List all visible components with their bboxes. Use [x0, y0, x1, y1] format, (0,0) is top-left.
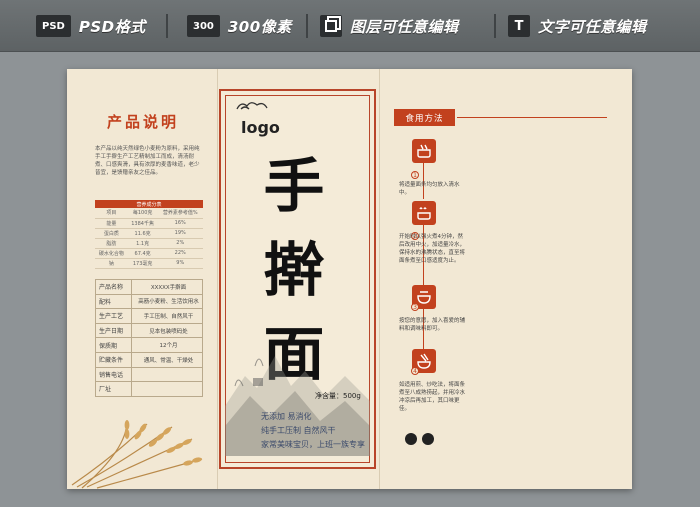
nutrition-cell: 1.1克	[127, 238, 158, 249]
nutrition-cell: 22%	[157, 248, 203, 259]
resolution-feature: 300 300像素	[187, 14, 292, 38]
fold-line	[379, 69, 380, 489]
brand-logo: logo	[241, 118, 280, 137]
info-label: 生产日期	[95, 322, 132, 339]
step-number: 4	[411, 367, 419, 375]
info-label: 产品名称	[95, 279, 132, 295]
psd-feature: PSD PSD格式	[36, 14, 146, 38]
banner-divider	[494, 14, 496, 38]
table-row: 产品名称 XXXXX手擀面	[95, 279, 203, 295]
feature-line: 家常美味宝贝，上班一族专享	[261, 440, 365, 449]
nutrition-cell: 钠	[95, 258, 128, 269]
info-label: 厂址	[95, 381, 132, 397]
text-tool-icon: T	[508, 15, 530, 37]
nutrition-table: 营养成分表 项目 每100克 营养素参考值% 能量 1384千焦 16% 蛋白质…	[95, 200, 203, 269]
pot-icon	[412, 139, 436, 163]
nutrition-cell: 9%	[157, 258, 203, 269]
feature-line: 无添加 易消化	[261, 412, 312, 421]
nutrition-column-header: 每100克	[127, 208, 158, 219]
info-value	[131, 366, 203, 383]
nutrition-cell: 11.6克	[127, 228, 158, 239]
feature-line: 纯手工压制 自然风干	[261, 426, 336, 435]
nutrition-cell: 碳水化合物	[95, 248, 128, 259]
step-number: 1	[411, 171, 419, 179]
psd-format-text: PSD格式	[78, 17, 146, 36]
top-banner: PSD PSD格式 300 300像素 图层可任意编辑 T 文字可任意编辑	[0, 0, 700, 52]
info-value: 见本包装喷码处	[131, 322, 203, 339]
table-row: 保质期 12个月	[95, 337, 203, 353]
table-row: 碳水化合物 67.4克 22%	[95, 248, 203, 259]
info-value: XXXXX手擀面	[131, 279, 203, 295]
table-row: 配料 高筋小麦粉、生活饮用水	[95, 293, 203, 310]
product-name-char: 擀	[263, 236, 325, 304]
resolution-text: 300像素	[227, 17, 292, 36]
info-label: 保质期	[95, 337, 132, 353]
info-value: 高筋小麦粉、生活饮用水	[131, 293, 203, 310]
psd-badge: PSD	[36, 15, 71, 37]
table-row: 脂肪 1.1克 2%	[95, 238, 203, 249]
nutrition-column-header: 营养素参考值%	[157, 208, 203, 219]
info-label: 生产工艺	[95, 308, 132, 324]
table-row: 厂址	[95, 381, 203, 397]
product-description-text: 本产品以纯天然绿色小麦粉为原料，采用纯手工手擀生产工艺精制加工而成，清汤耐煮、口…	[95, 146, 200, 176]
center-panel: logo 手 擀 面 净含量：500g 无添加 易消化 纯手工压制 自然风干 家…	[219, 89, 376, 469]
nutrition-cell: 蛋白质	[95, 228, 128, 239]
table-row: 销售电话	[95, 366, 203, 383]
table-row: 贮藏条件 通风、常温、干燥处	[95, 351, 203, 368]
cloud-ornament-icon	[236, 102, 268, 110]
table-row: 生产日期 见本包装喷码处	[95, 322, 203, 339]
product-description-title: 产品说明	[107, 113, 180, 131]
nutrition-cell: 1384千焦	[127, 218, 158, 229]
recycle-icon	[405, 433, 417, 445]
info-label: 配料	[95, 293, 132, 310]
step-number: 3	[411, 303, 419, 311]
table-row: 能量 1384千焦 16%	[95, 218, 203, 229]
nutrition-cell: 173毫克	[127, 258, 158, 269]
info-label: 贮藏条件	[95, 351, 132, 368]
step-text: 将适量面条均匀放入清水中。	[399, 182, 460, 196]
layer-edit-text: 图层可任意编辑	[350, 17, 459, 36]
boiling-pot-icon	[412, 201, 436, 225]
net-weight: 净含量：500g	[315, 392, 361, 400]
layers-icon	[320, 15, 342, 37]
info-value: 通风、常温、干燥处	[131, 351, 203, 368]
step-text: 按您的意愿，加入喜爱的辅料和调味料即可。	[399, 318, 466, 332]
info-value	[131, 381, 203, 397]
product-name-char: 手	[263, 152, 325, 220]
info-value: 12个月	[131, 337, 203, 353]
nutrition-cell: 脂肪	[95, 238, 128, 249]
nutrition-cell: 16%	[157, 218, 203, 229]
product-info-table: 产品名称 XXXXX手擀面 配料 高筋小麦粉、生活饮用水 生产工艺 手工压制、自然风干…	[95, 279, 203, 397]
info-value: 手工压制、自然风干	[131, 308, 203, 324]
nutrition-column-header: 项目	[95, 208, 128, 219]
table-row: 钠 173毫克 9%	[95, 258, 203, 269]
nutrition-cell: 67.4克	[127, 248, 158, 259]
info-label: 销售电话	[95, 366, 132, 383]
step-text: 如适用煎、炒吃法，将面条煮至八成熟捞起，并用冷水冲凉后再加工，其口味更佳。	[399, 382, 466, 412]
nutrition-cell: 2%	[157, 238, 203, 249]
text-feature: T 文字可任意编辑	[508, 14, 647, 38]
fold-line	[217, 69, 218, 489]
banner-divider	[166, 14, 168, 38]
usage-method-title: 食用方法	[394, 109, 455, 126]
nutrition-table-header: 营养成分表	[95, 200, 203, 208]
table-row: 蛋白质 11.6克 19%	[95, 228, 203, 239]
wheat-illustration	[71, 420, 203, 489]
title-rule	[457, 117, 607, 118]
step-text: 开始时以强火煮4分钟，然后改用中火，加适量冷水，保持水的沸腾状态，直至将面条煮至…	[399, 234, 466, 264]
nutrition-cell: 19%	[157, 228, 203, 239]
nutrition-cell: 能量	[95, 218, 128, 229]
text-edit-text: 文字可任意编辑	[538, 17, 647, 36]
layer-feature: 图层可任意编辑	[320, 14, 459, 38]
table-row: 生产工艺 手工压制、自然风干	[95, 308, 203, 324]
resolution-badge: 300	[187, 15, 220, 37]
banner-divider	[306, 14, 308, 38]
quality-safety-icon	[422, 433, 434, 445]
package-label: 产品说明 本产品以纯天然绿色小麦粉为原料，采用纯手工手擀生产工艺精制加工而成，清…	[67, 69, 632, 489]
